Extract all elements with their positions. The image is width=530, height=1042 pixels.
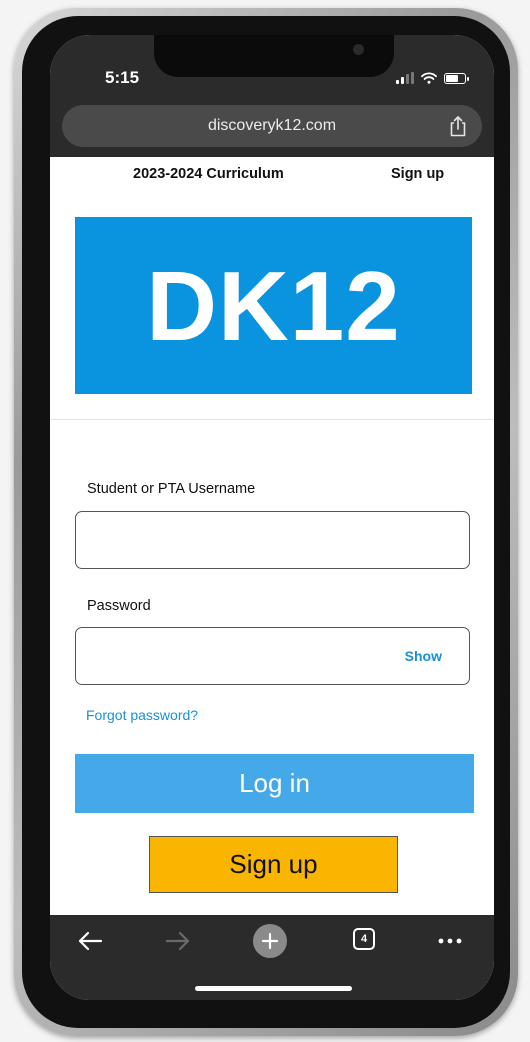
tabs-button[interactable]: 4	[351, 926, 377, 952]
more-icon	[438, 938, 462, 944]
more-button[interactable]	[436, 927, 464, 955]
password-field[interactable]: Show	[75, 627, 470, 685]
divider	[50, 419, 494, 420]
top-nav: 2023-2024 Curriculum Sign up	[50, 157, 494, 195]
forward-arrow-icon	[165, 931, 190, 951]
notch	[154, 35, 394, 77]
show-password-toggle[interactable]: Show	[405, 648, 442, 664]
phone-screen: 5:15 discoveryk12.com 2023-2024 Curricul…	[50, 35, 494, 1000]
forward-button[interactable]	[160, 927, 196, 955]
share-icon[interactable]	[448, 115, 468, 137]
home-indicator	[195, 986, 352, 991]
url-text: discoveryk12.com	[207, 117, 337, 134]
logo-text: DK12	[146, 250, 401, 361]
status-bar: 5:15	[50, 35, 494, 95]
new-tab-plus-icon	[261, 932, 279, 950]
signal-icon	[396, 72, 414, 84]
password-label: Password	[87, 598, 151, 614]
status-time: 5:15	[105, 68, 140, 87]
back-button[interactable]	[72, 927, 108, 955]
top-signup-link[interactable]: Sign up	[391, 166, 444, 182]
forgot-password-link[interactable]: Forgot password?	[86, 707, 198, 723]
curriculum-link[interactable]: 2023-2024 Curriculum	[133, 166, 284, 182]
web-page: 2023-2024 Curriculum Sign up DK12 Studen…	[50, 157, 494, 915]
battery-icon	[444, 72, 469, 84]
new-tab-button[interactable]	[253, 924, 287, 958]
browser-address-area: discoveryk12.com	[50, 95, 494, 157]
back-arrow-icon	[78, 931, 103, 951]
address-bar[interactable]: discoveryk12.com	[62, 105, 482, 147]
status-icons	[396, 71, 469, 85]
username-label: Student or PTA Username	[87, 481, 256, 497]
dk12-logo: DK12	[75, 217, 472, 394]
tab-count: 4	[360, 933, 368, 945]
login-button[interactable]: Log in	[75, 754, 474, 813]
signup-button[interactable]: Sign up	[149, 836, 398, 893]
camera-icon	[353, 44, 364, 55]
username-field[interactable]	[75, 511, 470, 569]
wifi-icon	[421, 72, 437, 84]
browser-toolbar: 4	[50, 915, 494, 1000]
